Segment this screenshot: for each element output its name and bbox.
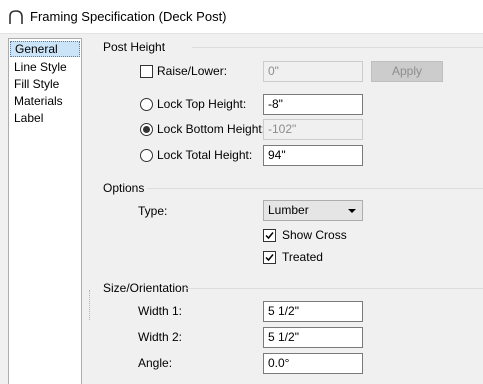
lock-total-height-radio[interactable] [140,149,153,162]
lock-total-height-field[interactable]: 94" [263,145,363,166]
lock-bottom-height-label: Lock Bottom Height: [157,122,266,136]
treated-checkbox[interactable] [263,251,276,264]
post-height-divider [192,47,483,48]
width1-label: Width 1: [138,304,183,318]
checkmark-icon [265,232,274,240]
sidebar-item-materials[interactable]: Materials [10,93,80,109]
sidebar-panel: General Line Style Fill Style Materials … [8,38,82,384]
post-height-group-label: Post Height [103,40,166,54]
raise-lower-label: Raise/Lower: [157,64,228,78]
sidebar-item-general[interactable]: General [10,41,80,57]
lock-total-height-label: Lock Total Height: [157,148,253,162]
lock-bottom-height-radio[interactable] [140,123,153,136]
size-orientation-group-label: Size/Orientation [103,281,189,295]
sidebar-item-label[interactable]: Label [10,110,80,126]
options-group-label: Options [103,181,145,195]
options-divider [147,188,483,189]
width2-label: Width 2: [138,330,183,344]
show-cross-checkbox[interactable] [263,229,276,242]
lock-top-height-field[interactable]: -8" [263,94,363,115]
lock-bottom-height-field[interactable]: -102" [263,119,363,140]
chevron-down-icon [348,209,356,213]
panel-resize-grip[interactable] [89,290,92,320]
app-logo-icon [9,10,23,24]
raise-lower-field[interactable]: 0" [263,61,363,82]
checkmark-icon [265,254,274,262]
width2-field[interactable]: 5 1/2" [263,327,363,348]
type-dropdown[interactable]: Lumber [263,200,363,221]
treated-label: Treated [282,250,323,264]
apply-button[interactable]: Apply [371,61,443,82]
sidebar-item-fill-style[interactable]: Fill Style [10,76,80,92]
sidebar-item-line-style[interactable]: Line Style [10,59,80,75]
width1-field[interactable]: 5 1/2" [263,301,363,322]
title-bar: Framing Specification (Deck Post) [0,0,483,34]
show-cross-label: Show Cross [282,228,347,242]
angle-field[interactable]: 0.0° [263,353,363,374]
type-label: Type: [138,204,168,218]
lock-top-height-radio[interactable] [140,98,153,111]
type-dropdown-value: Lumber [268,203,309,217]
raise-lower-checkbox[interactable] [140,65,153,78]
size-orientation-divider [186,288,483,289]
angle-label: Angle: [138,356,173,370]
lock-top-height-label: Lock Top Height: [157,97,247,111]
window-title: Framing Specification (Deck Post) [30,9,227,24]
